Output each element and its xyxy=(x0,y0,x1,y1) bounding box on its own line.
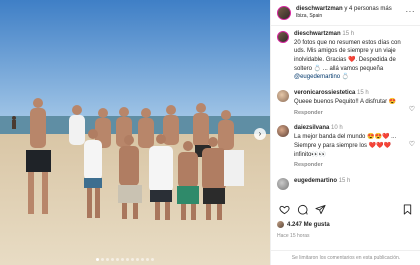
list-item: daiezsilvana 10 h La mejor banda del mun… xyxy=(277,124,415,170)
avatar[interactable] xyxy=(277,125,289,138)
comments-limited-notice: Se limitaron los comentarios en esta pub… xyxy=(271,250,420,265)
beach-photo xyxy=(0,0,270,265)
post-location[interactable]: Ibiza, Spain xyxy=(296,13,392,19)
instagram-post: › dieschwartzman y 4 personas más Ibiza,… xyxy=(0,0,420,265)
reply-button[interactable]: Responder xyxy=(294,110,409,118)
caption: dieschwartzman 15 h 20 fotos que no resu… xyxy=(277,30,415,82)
post-collab-text[interactable]: y 4 personas más xyxy=(344,6,391,12)
post-author-line: dieschwartzman y 4 personas más xyxy=(296,6,392,14)
post-actions xyxy=(277,202,414,216)
comment-username[interactable]: veronicarossiestetica xyxy=(294,90,355,96)
carousel-dot xyxy=(136,258,139,261)
caption-mention[interactable]: @eugedemartino xyxy=(294,74,340,80)
comment-text: La mejor banda del mundo 😍😍❤️ ... Siempr… xyxy=(294,134,397,158)
avatar[interactable] xyxy=(277,31,289,43)
likes-text[interactable]: 4.247 Me gusta xyxy=(287,222,330,228)
list-item: veronicarossiestetica 15 h Queee buenos … xyxy=(277,89,415,117)
avatar[interactable] xyxy=(277,90,289,103)
reply-button[interactable]: Responder xyxy=(294,162,409,170)
carousel-dots xyxy=(96,258,154,261)
chevron-right-icon[interactable]: › xyxy=(254,128,266,140)
post-header: dieschwartzman y 4 personas más Ibiza, S… xyxy=(271,0,420,26)
comment-time: 15 h xyxy=(338,178,351,185)
carousel-dot xyxy=(121,258,124,261)
comment-username[interactable]: daiezsilvana xyxy=(294,125,329,131)
carousel-dot xyxy=(96,258,99,261)
carousel-dot xyxy=(116,258,119,261)
post-side-panel: dieschwartzman y 4 personas más Ibiza, S… xyxy=(270,0,420,265)
comment-text: Queee buenos Pequito!! A disfrutar 😍 xyxy=(294,98,397,105)
likes-count[interactable]: 4.247 Me gusta xyxy=(277,221,330,228)
post-photo[interactable]: › xyxy=(0,0,270,265)
comment-time: 15 h xyxy=(357,90,369,97)
heart-icon[interactable] xyxy=(277,202,291,216)
heart-icon[interactable]: ♡ xyxy=(409,140,415,148)
carousel-dot xyxy=(141,258,144,261)
carousel-dot xyxy=(126,258,129,261)
comment-icon[interactable] xyxy=(295,202,309,216)
comment-username[interactable]: eugedemartino xyxy=(294,178,337,184)
comments-list: dieschwartzman 15 h 20 fotos que no resu… xyxy=(271,30,420,196)
post-author-username[interactable]: dieschwartzman xyxy=(296,6,343,12)
heart-icon[interactable]: ♡ xyxy=(409,105,415,113)
more-icon[interactable]: ··· xyxy=(406,8,416,16)
caption-text: 20 fotos que no resumen estos días con u… xyxy=(294,39,401,72)
post-age: Hace 15 horas xyxy=(277,233,310,239)
carousel-dot xyxy=(101,258,104,261)
avatar[interactable] xyxy=(277,178,289,191)
carousel-dot xyxy=(146,258,149,261)
avatar xyxy=(277,221,284,228)
carousel-dot xyxy=(151,258,154,261)
comment-time: 10 h xyxy=(331,125,343,132)
caption-username[interactable]: dieschwartzman xyxy=(294,31,341,37)
share-icon[interactable] xyxy=(313,202,327,216)
carousel-dot xyxy=(131,258,134,261)
list-item: eugedemartino 15 h xyxy=(277,177,415,191)
carousel-dot xyxy=(111,258,114,261)
carousel-dot xyxy=(106,258,109,261)
avatar[interactable] xyxy=(277,5,291,20)
caption-suffix: 💍 xyxy=(340,74,350,81)
caption-time: 15 h xyxy=(342,31,355,37)
bookmark-icon[interactable] xyxy=(400,202,414,216)
